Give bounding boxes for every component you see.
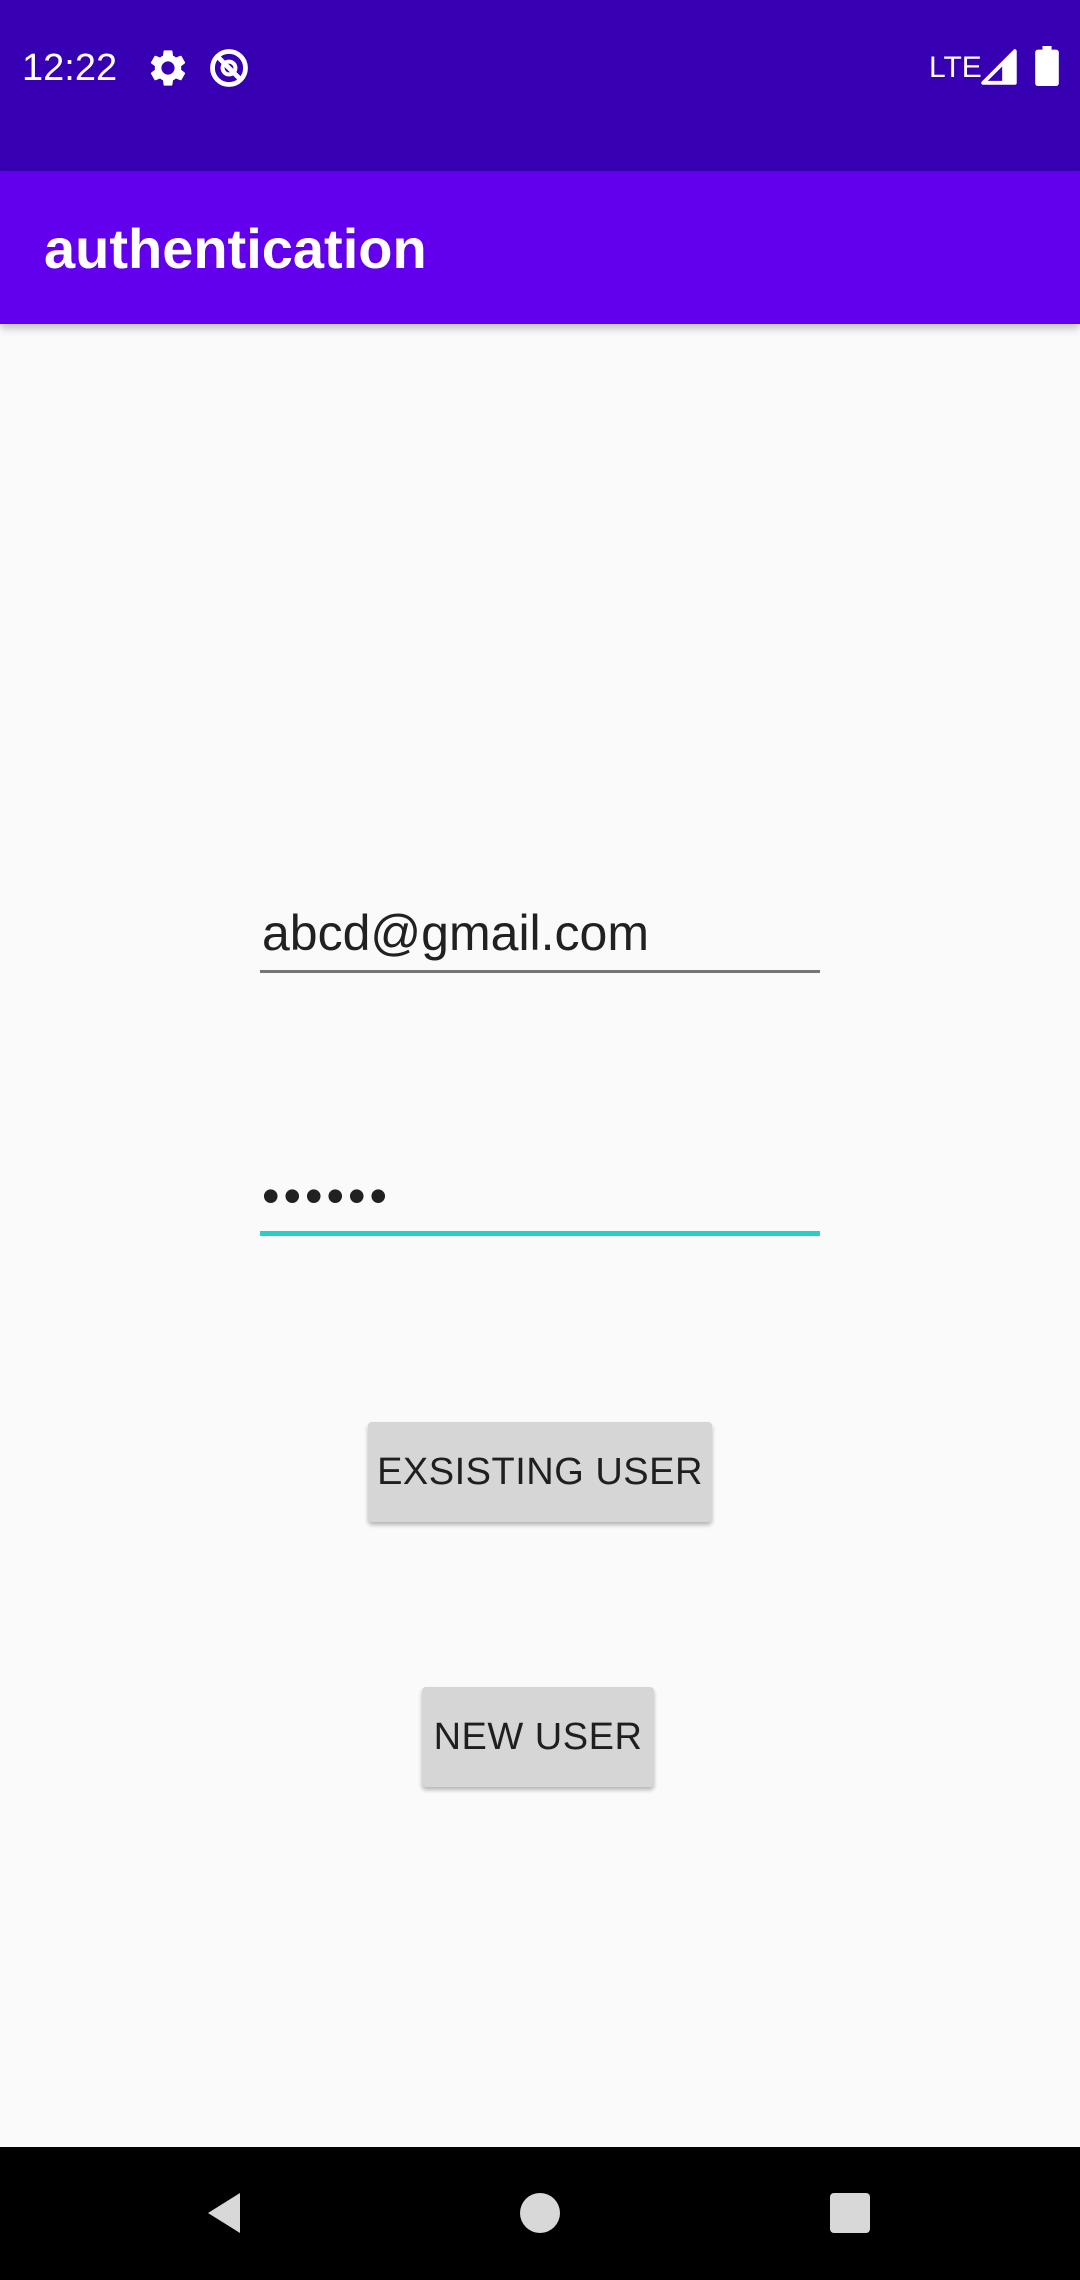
recents-icon[interactable] (826, 2189, 874, 2237)
lte-signal-icon (981, 49, 1017, 85)
existing-user-button[interactable]: EXSISTING USER (368, 1422, 712, 1522)
password-field[interactable] (260, 1160, 820, 1236)
battery-icon (1035, 46, 1059, 86)
network-type-label: LTE (929, 51, 982, 84)
app-bar: authentication (0, 171, 1080, 324)
app-title: authentication (44, 217, 427, 280)
status-time: 12:22 (22, 47, 118, 89)
email-field[interactable] (260, 895, 820, 973)
home-icon[interactable] (516, 2189, 564, 2237)
do-not-disturb-icon (210, 49, 248, 87)
screen: 12:22 LTE authentication EXSISTING USER … (0, 0, 1080, 2280)
back-icon[interactable] (200, 2189, 248, 2237)
gear-icon (150, 50, 186, 86)
new-user-button[interactable]: NEW USER (422, 1687, 654, 1787)
status-bar: 12:22 LTE (0, 0, 1080, 171)
